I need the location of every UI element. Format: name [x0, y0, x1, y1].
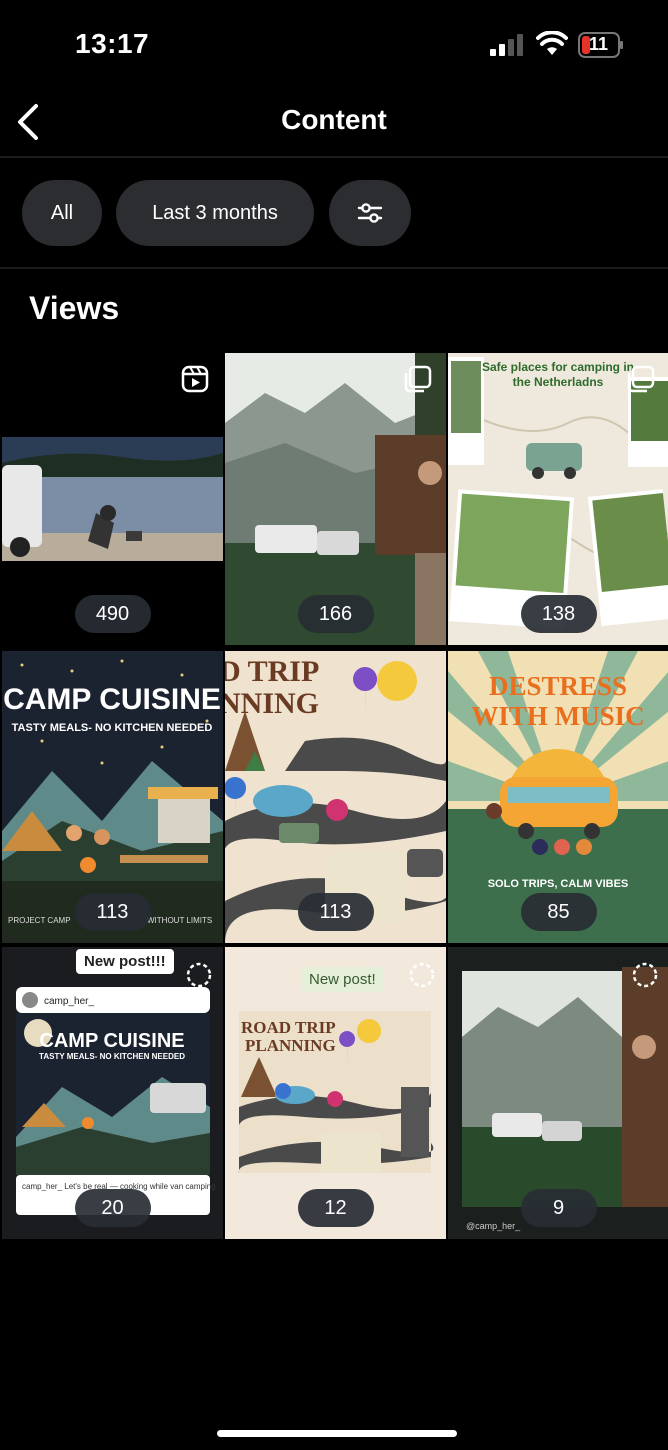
carousel-icon: [404, 365, 432, 393]
status-bar: 13:17 11: [0, 0, 668, 90]
reel-icon: [181, 365, 209, 393]
cellular-signal-icon: [490, 34, 523, 56]
svg-text:ROAD TRIP: ROAD TRIP: [241, 1018, 336, 1037]
status-time: 13:17: [75, 28, 150, 59]
post-tile[interactable]: DESTRESS WITH MUSIC SOLO TRIPS, CALM VIB…: [448, 651, 668, 943]
view-count: 85: [520, 893, 597, 931]
svg-text:PROJECT CAMP: PROJECT CAMP: [8, 916, 71, 925]
page-title: Content: [281, 104, 387, 135]
app-header: Content: [0, 90, 668, 156]
story-sticker: New post!: [301, 967, 384, 992]
svg-text:DESTRESS: DESTRESS: [489, 671, 627, 701]
story-ring-icon: [186, 962, 212, 988]
story-ring-icon: [409, 962, 435, 988]
svg-text:PLANNING: PLANNING: [245, 1036, 336, 1055]
view-count: 113: [74, 893, 151, 931]
svg-text:CAMP CUISINE: CAMP CUISINE: [39, 1030, 184, 1052]
svg-text:D TRIP: D TRIP: [225, 655, 319, 688]
post-tile[interactable]: CAMP CUISINE TASTY MEALS- NO KITCHEN NEE…: [2, 651, 223, 943]
svg-text:TASTY MEALS- NO KITCHEN NEEDED: TASTY MEALS- NO KITCHEN NEEDED: [12, 722, 213, 734]
section-title: Views: [29, 290, 120, 326]
home-indicator[interactable]: [217, 1430, 457, 1437]
view-count: 113: [297, 893, 374, 931]
post-tile[interactable]: Safe places for camping in the Netherlad…: [448, 353, 668, 645]
svg-text:Safe places for camping in: Safe places for camping in: [482, 360, 634, 374]
carousel-icon: [627, 365, 655, 393]
wifi-icon: [536, 31, 568, 55]
story-ring-icon: [632, 962, 658, 988]
post-tile[interactable]: 490: [2, 353, 223, 645]
story-tile[interactable]: camp_her_ camp_her_ Let's be real — cook…: [2, 947, 223, 1239]
svg-text:CAMP CUISINE: CAMP CUISINE: [3, 683, 221, 716]
filter-settings-button[interactable]: [329, 180, 411, 246]
date-range-button[interactable]: Last 3 months: [116, 180, 314, 246]
view-count: 9: [520, 1189, 597, 1227]
svg-text:WITH MUSIC: WITH MUSIC: [471, 701, 644, 731]
svg-text:TASTY MEALS- NO KITCHEN NEEDED: TASTY MEALS- NO KITCHEN NEEDED: [39, 1052, 185, 1061]
battery-icon: 11: [578, 32, 624, 58]
sliders-icon: [357, 203, 383, 223]
view-count: 138: [520, 595, 597, 633]
story-sticker: New post!!!: [76, 949, 174, 974]
header-divider: [0, 156, 668, 158]
post-tile[interactable]: 166: [225, 353, 446, 645]
story-tile[interactable]: @camp_her_ 9: [448, 947, 668, 1239]
view-count: 166: [297, 595, 374, 633]
svg-text:SOLO TRIPS, CALM VIBES: SOLO TRIPS, CALM VIBES: [488, 878, 629, 890]
svg-text:WITHOUT LIMITS: WITHOUT LIMITS: [147, 916, 212, 925]
svg-text:the Netherladns: the Netherladns: [513, 375, 604, 389]
filters-divider: [0, 267, 668, 269]
svg-text:@camp_her_: @camp_her_: [466, 1221, 521, 1231]
battery-level: 11: [588, 34, 609, 54]
svg-text:NNING: NNING: [225, 687, 319, 720]
svg-text:camp_her_: camp_her_: [44, 996, 94, 1007]
story-tile[interactable]: ROAD TRIP PLANNING New post! 12: [225, 947, 446, 1239]
view-count: 20: [74, 1189, 151, 1227]
post-tile[interactable]: D TRIP NNING 113: [225, 651, 446, 943]
view-count: 12: [297, 1189, 374, 1227]
view-count: 490: [74, 595, 151, 633]
filter-all-button[interactable]: All: [22, 180, 102, 246]
